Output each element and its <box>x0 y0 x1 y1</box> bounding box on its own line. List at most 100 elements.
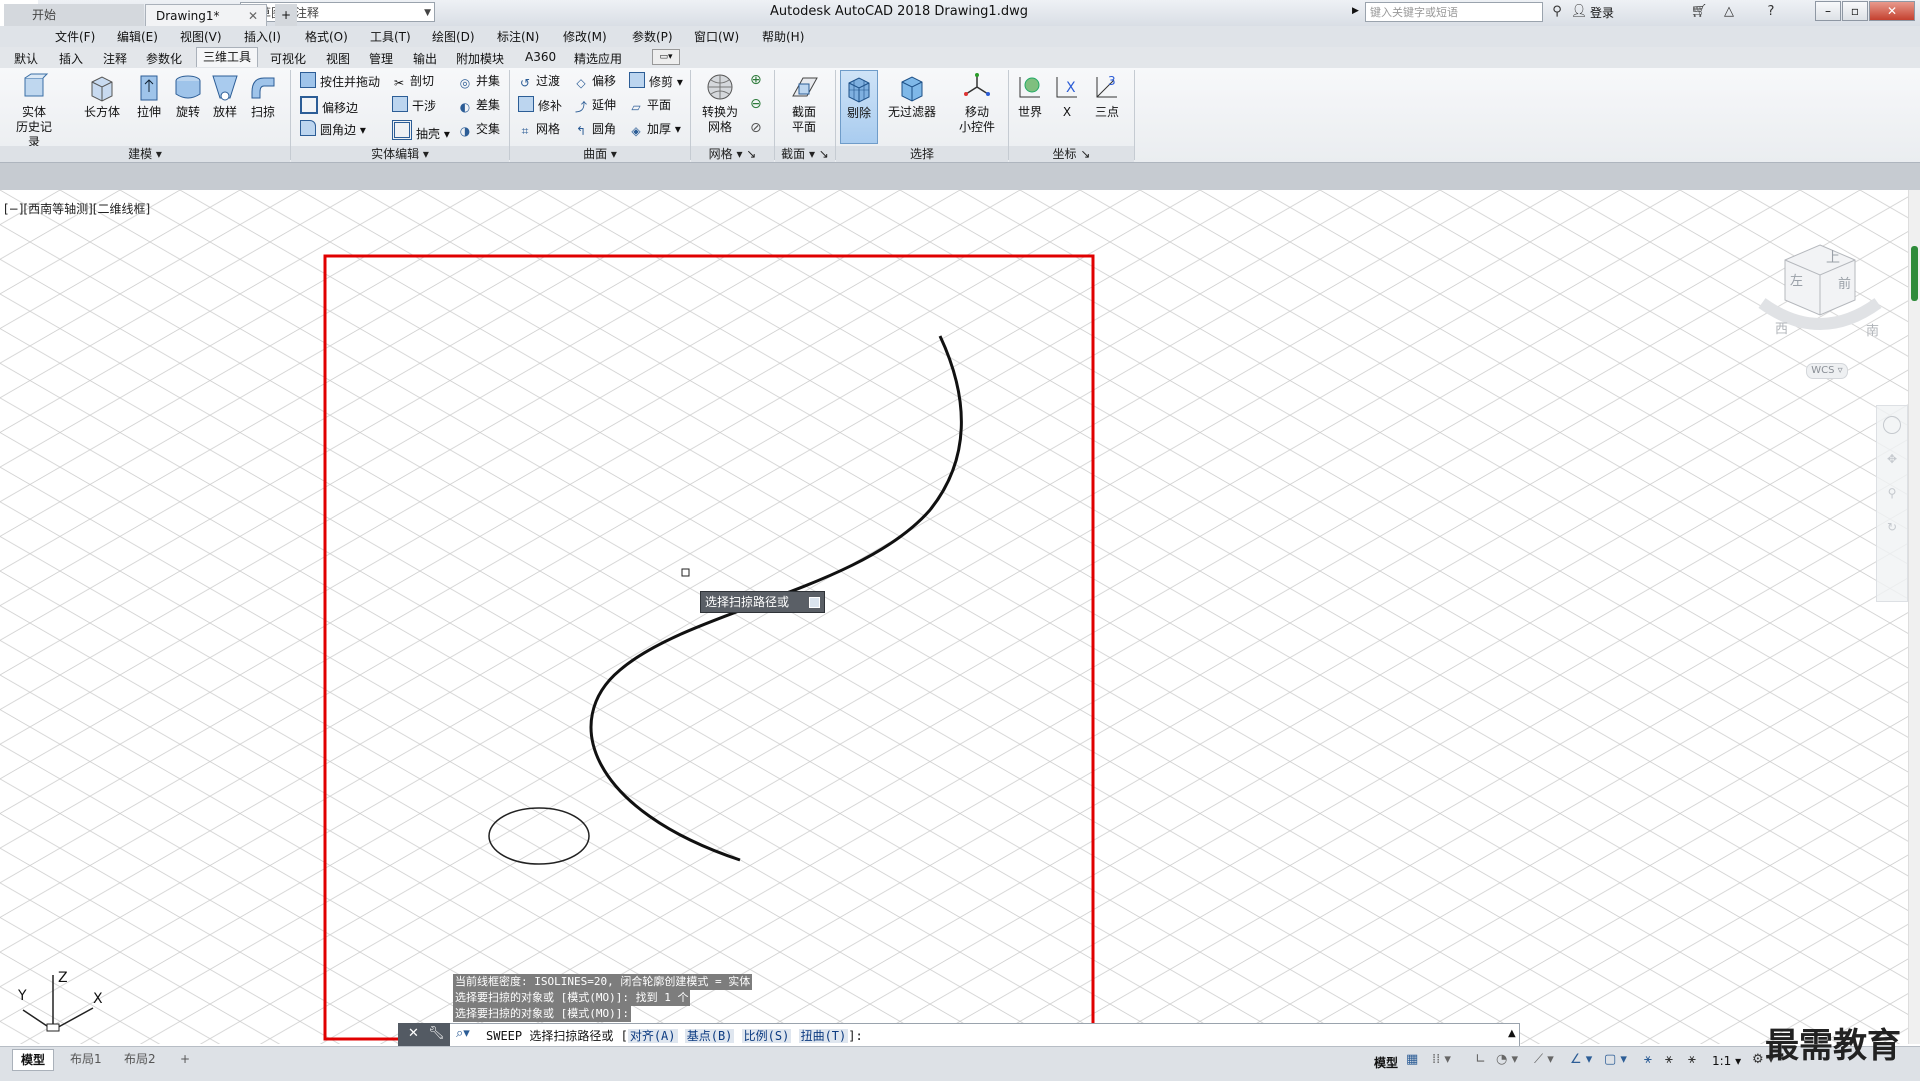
annotation-visibility-icon[interactable]: ⚹ <box>1644 1052 1652 1067</box>
no-filter-button[interactable]: 无过滤器 <box>886 70 938 142</box>
ortho-icon[interactable]: ∟ <box>1475 1052 1486 1067</box>
minimize-button[interactable]: – <box>1815 1 1841 21</box>
binoculars-icon[interactable]: ⚲ <box>1548 3 1566 21</box>
auto-scale-icon[interactable]: ⚹ <box>1665 1052 1673 1067</box>
menu-file[interactable]: 文件(F) <box>55 28 95 45</box>
intersect-button[interactable]: ◑ 交集 <box>458 120 500 138</box>
object-snap-tracking-icon[interactable]: ∠ ▾ <box>1570 1052 1592 1067</box>
section-group-label[interactable]: 截面 ▾ ↘ <box>775 146 835 162</box>
tab-start[interactable]: 开始 <box>4 4 144 26</box>
option-twist[interactable]: 扭曲(T) <box>798 1029 849 1043</box>
tab-output[interactable]: 输出 <box>409 49 441 68</box>
orbit-icon[interactable]: ↻ <box>1884 520 1900 536</box>
subtract-button[interactable]: ◐ 差集 <box>458 96 500 114</box>
annotation-scale-icon[interactable]: ⚹ <box>1688 1052 1696 1067</box>
tab-drawing1[interactable]: Drawing1* ✕ <box>145 4 267 26</box>
object-snap-icon[interactable]: ▢ ▾ <box>1604 1052 1627 1067</box>
workspace-select[interactable]: ⚙ 草图与注释 ▼ <box>240 2 435 22</box>
layout-tab-layout2[interactable]: 布局2 <box>116 1049 164 1069</box>
polar-icon[interactable]: ◔ ▾ <box>1496 1052 1518 1067</box>
help-icon[interactable]: ? <box>1762 3 1780 21</box>
tab-manage[interactable]: 管理 <box>365 49 397 68</box>
viewcube-left-label[interactable]: 左 <box>1790 270 1803 289</box>
search-input[interactable]: 键入关键字或短语 <box>1365 2 1543 22</box>
move-gizmo-button[interactable]: 移动 小控件 <box>952 70 1002 142</box>
menu-modify[interactable]: 修改(M) <box>563 28 607 45</box>
zoom-icon[interactable]: ⚲ <box>1884 486 1900 502</box>
thicken-button[interactable]: ◈ 加厚 ▾ <box>629 120 680 138</box>
menu-tools[interactable]: 工具(T) <box>370 28 411 45</box>
add-layout-button[interactable]: + <box>172 1049 198 1069</box>
layout-tab-layout1[interactable]: 布局1 <box>62 1049 110 1069</box>
scale-select[interactable]: 1:1 ▾ <box>1712 1054 1741 1068</box>
new-tab-button[interactable]: + <box>275 4 297 26</box>
viewcube-south-label[interactable]: 南 <box>1866 320 1879 339</box>
press-pull-button[interactable]: 按住并拖动 <box>300 72 380 90</box>
surface-offset-button[interactable]: ◇ 偏移 <box>574 72 616 90</box>
network-button[interactable]: ⌗ 网格 <box>518 120 560 138</box>
expand-arrow-icon[interactable]: ▶ <box>1352 6 1359 16</box>
tab-parametric[interactable]: 参数化 <box>142 49 186 68</box>
surface-group-label[interactable]: 曲面 ▾ <box>510 146 690 162</box>
user-icon[interactable]: 👤︎ <box>1570 3 1588 21</box>
extrude-button[interactable]: 拉伸 <box>127 70 171 142</box>
mesh-refine-icon[interactable]: ⊖ <box>750 96 762 112</box>
menu-dimension[interactable]: 标注(N) <box>497 28 539 45</box>
snap-icon[interactable]: ⁞⁞ ▾ <box>1432 1052 1451 1067</box>
ucs-3point-button[interactable]: 3 三点 <box>1087 70 1127 142</box>
ribbon-toggle-icon[interactable]: ▭▾ <box>652 49 680 65</box>
menu-parametric[interactable]: 参数(P) <box>632 28 673 45</box>
menu-draw[interactable]: 绘图(D) <box>432 28 475 45</box>
tab-insert[interactable]: 插入 <box>55 49 87 68</box>
tab-3d-tools[interactable]: 三维工具 <box>196 47 259 67</box>
viewcube-top-label[interactable]: 上 <box>1826 247 1840 267</box>
mesh-smooth-icon[interactable]: ⊕ <box>750 72 762 88</box>
extend-button[interactable]: ⤴ 延伸 <box>574 96 616 114</box>
box-button[interactable]: 长方体 <box>80 70 124 142</box>
maximize-button[interactable]: ▫ <box>1842 1 1868 21</box>
trim-button[interactable]: 修剪 ▾ <box>629 72 683 90</box>
ucs-world-button[interactable]: 世界 <box>1010 70 1050 142</box>
close-icon[interactable]: ✕ <box>408 1026 419 1041</box>
tab-annotate[interactable]: 注释 <box>99 49 131 68</box>
option-align[interactable]: 对齐(A) <box>627 1029 678 1043</box>
viewcube-front-label[interactable]: 前 <box>1838 273 1851 292</box>
menu-help[interactable]: 帮助(H) <box>762 28 804 45</box>
drawing-canvas[interactable] <box>0 190 1908 1044</box>
solid-history-button[interactable]: 实体 历史记录 <box>12 70 56 149</box>
login-button[interactable]: 登录 <box>1590 4 1614 21</box>
tab-a360[interactable]: A360 <box>521 49 560 65</box>
command-history-toggle-icon[interactable]: ▲ <box>1508 1028 1516 1039</box>
fillet-edge-button[interactable]: 圆角边 ▾ <box>300 120 366 138</box>
option-scale[interactable]: 比例(S) <box>741 1029 792 1043</box>
wrench-icon[interactable]: 🔧︎ <box>428 1026 445 1041</box>
ucs-x-button[interactable]: X X <box>1047 70 1087 142</box>
menu-edit[interactable]: 编辑(E) <box>117 28 158 45</box>
tab-visualize[interactable]: 可视化 <box>266 49 310 68</box>
offset-edge-button[interactable]: 偏移边 <box>300 96 358 115</box>
pan-icon[interactable]: ✥ <box>1884 452 1900 468</box>
layout-tab-model[interactable]: 模型 <box>12 1049 55 1071</box>
command-recent-icon[interactable]: ⌕▾ <box>456 1026 470 1041</box>
close-icon[interactable]: ✕ <box>248 5 258 27</box>
wcs-menu[interactable]: WCS ▿ <box>1806 363 1848 379</box>
interfere-button[interactable]: 干涉 <box>392 96 436 114</box>
grid-icon[interactable]: ▦ <box>1406 1052 1418 1067</box>
command-prompt[interactable]: SWEEP 选择扫掠路径或 [对齐(A) 基点(B) 比例(S) 扭曲(T)]: <box>486 1027 863 1044</box>
viewcube-west-label[interactable]: 西 <box>1775 318 1788 337</box>
culling-button[interactable]: 剔除 <box>840 70 878 144</box>
shell-button[interactable]: 抽壳 ▾ <box>392 120 450 141</box>
mesh-crease-icon[interactable]: ⊘ <box>750 120 762 136</box>
slice-button[interactable]: ✂ 剖切 <box>392 72 434 90</box>
section-plane-button[interactable]: 截面 平面 <box>780 70 828 142</box>
coordinates-group-label[interactable]: 坐标 ↘ <box>1009 146 1134 162</box>
tab-default[interactable]: 默认 <box>10 49 42 68</box>
tab-featured-apps[interactable]: 精选应用 <box>570 49 626 68</box>
model-space-button[interactable]: 模型 <box>1374 1054 1398 1071</box>
selection-group-label[interactable]: 选择 <box>836 146 1008 162</box>
solid-edit-group-label[interactable]: 实体编辑 ▾ <box>291 146 509 162</box>
blend-button[interactable]: ↺ 过渡 <box>518 72 560 90</box>
convert-to-mesh-button[interactable]: 转换为 网格 <box>696 70 744 142</box>
isodraft-icon[interactable]: ⟋ ▾ <box>1534 1052 1554 1067</box>
viewport-controls[interactable]: [−][西南等轴测][二维线框] <box>4 200 150 217</box>
